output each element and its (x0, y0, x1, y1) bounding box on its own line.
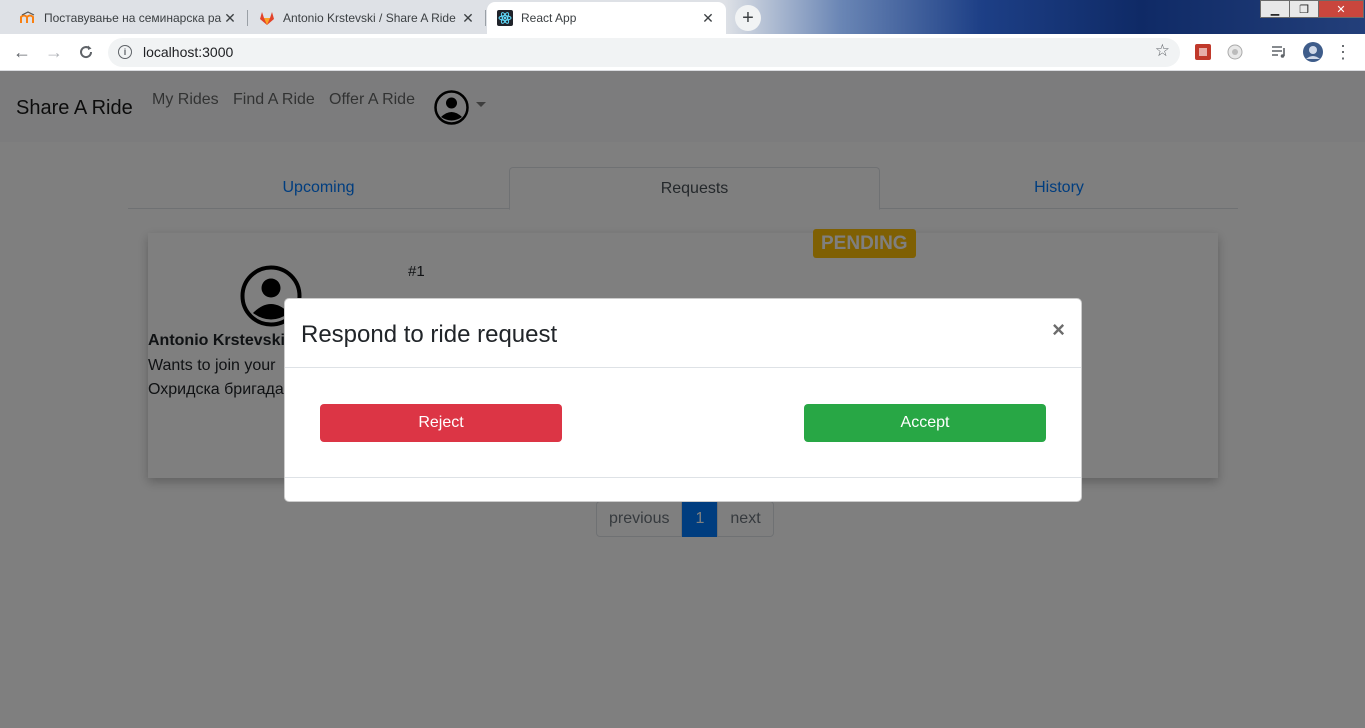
forward-arrow-icon[interactable]: → (42, 40, 66, 64)
tab-close-icon[interactable]: ✕ (700, 10, 716, 27)
extension-icon[interactable] (1194, 43, 1212, 61)
address-bar[interactable]: i localhost:3000 ☆ (108, 38, 1180, 67)
bookmark-star-icon[interactable]: ☆ (1155, 41, 1170, 61)
browser-menu-icon[interactable]: ⋮ (1334, 42, 1352, 62)
moodle-icon (20, 10, 36, 26)
browser-tabstrip: Поставување на семинарска ра ✕ Antonio K… (0, 0, 1365, 34)
browser-toolbar: ← → i localhost:3000 ☆ ⋮ (0, 34, 1365, 71)
browser-tab-moodle[interactable]: Поставување на семинарска ра ✕ (10, 2, 248, 34)
tab-title: Поставување на семинарска ра (44, 11, 222, 25)
site-info-icon[interactable]: i (118, 45, 132, 59)
tab-title: React App (521, 11, 577, 25)
new-tab-button[interactable]: + (735, 5, 761, 31)
media-queue-icon[interactable] (1270, 43, 1288, 61)
tab-title: Antonio Krstevski / Share A Ride (283, 11, 456, 25)
back-arrow-icon[interactable]: ← (10, 40, 34, 64)
close-icon[interactable]: × (1052, 317, 1065, 343)
reload-icon[interactable] (74, 40, 98, 64)
app-viewport: Share A Ride My Rides Find A Ride Offer … (0, 71, 1365, 728)
tab-close-icon[interactable]: ✕ (222, 10, 238, 27)
window-close-button[interactable]: ✕ (1318, 0, 1364, 18)
accept-button[interactable]: Accept (804, 404, 1046, 442)
browser-tab-react-app[interactable]: React App ✕ (487, 2, 726, 34)
url-text: localhost:3000 (143, 44, 234, 60)
profile-avatar-icon[interactable] (1302, 41, 1324, 63)
gitlab-icon (259, 10, 275, 26)
extension-round-icon[interactable] (1226, 43, 1244, 61)
browser-tab-gitlab[interactable]: Antonio Krstevski / Share A Ride ✕ (249, 2, 486, 34)
modal-title: Respond to ride request (301, 321, 558, 348)
reject-button[interactable]: Reject (320, 404, 562, 442)
tab-close-icon[interactable]: ✕ (460, 10, 476, 27)
maximize-button[interactable]: ❐ (1289, 0, 1319, 18)
modal-header: Respond to ride request × (285, 299, 1081, 368)
respond-request-modal: Respond to ride request × Reject Accept (284, 298, 1082, 502)
react-icon (497, 10, 513, 26)
minimize-button[interactable]: ▁ (1260, 0, 1290, 18)
modal-body: Reject Accept (285, 368, 1081, 478)
